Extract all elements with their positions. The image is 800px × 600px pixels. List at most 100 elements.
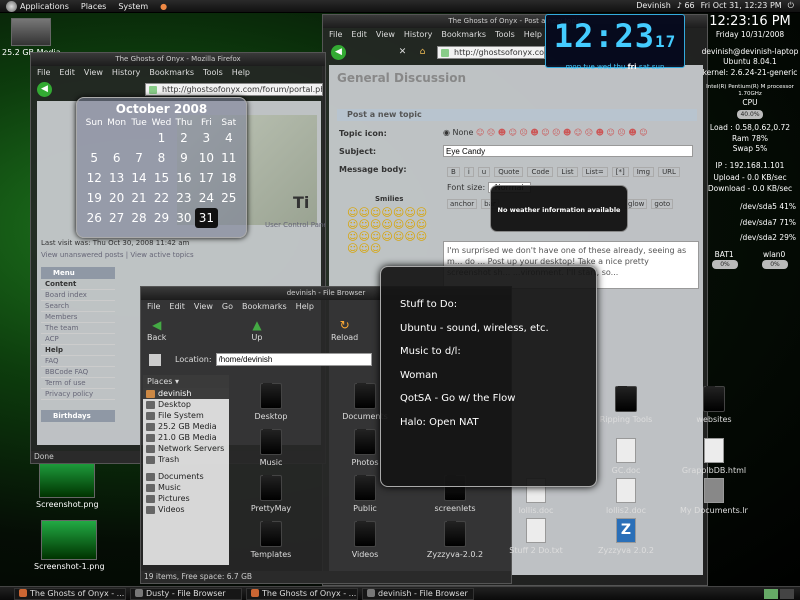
calendar-day[interactable]: 18	[218, 168, 240, 188]
anchor-button[interactable]: anchor	[447, 199, 478, 209]
menu-item-privacy[interactable]: Privacy policy	[41, 389, 115, 400]
file-item[interactable]: websites	[680, 386, 748, 424]
calendar-day[interactable]: 8	[150, 148, 172, 168]
menu-item-board-index[interactable]: Board index	[41, 290, 115, 301]
place-desktop[interactable]: Desktop	[143, 399, 229, 410]
menu-file[interactable]: File	[329, 30, 342, 39]
calendar-day[interactable]: 28	[128, 208, 150, 228]
system-menu[interactable]: System	[112, 2, 154, 11]
url-bar[interactable]: http://ghostsofonyx.com	[437, 46, 545, 59]
applications-menu[interactable]: Applications	[0, 0, 75, 12]
calendar-day[interactable]: 30	[173, 208, 195, 228]
places-menu[interactable]: Places	[75, 2, 112, 11]
calendar-day[interactable]: 17	[195, 168, 217, 188]
calendar-day[interactable]: 14	[128, 168, 150, 188]
underline-button[interactable]: u	[477, 167, 491, 177]
italic-button[interactable]: i	[463, 167, 474, 177]
glow-button[interactable]: glow	[625, 199, 648, 209]
calendar-day[interactable]: 6	[105, 148, 127, 168]
up-button[interactable]: ▲ Up	[249, 318, 265, 342]
file-item[interactable]: Desktop	[237, 383, 305, 421]
menu-help[interactable]: Help	[232, 68, 250, 77]
panel-clock[interactable]: Fri Oct 31, 12:23 PM	[701, 1, 782, 11]
menu-edit[interactable]: Edit	[351, 30, 367, 39]
desktop-icon-screenshot-1[interactable]: Screenshot-1.png	[34, 520, 105, 571]
menu-history[interactable]: History	[404, 30, 432, 39]
goto-button[interactable]: goto	[651, 199, 674, 209]
menu-view[interactable]: View	[84, 68, 103, 77]
workspace-1[interactable]	[764, 588, 778, 599]
taskbar-item[interactable]: Dusty - File Browser	[130, 587, 242, 600]
menu-view[interactable]: View	[376, 30, 395, 39]
file-item[interactable]: Ripping Tools	[592, 386, 660, 424]
home-icon[interactable]: ⌂	[415, 45, 430, 60]
menu-tools[interactable]: Tools	[203, 68, 223, 77]
calendar-day[interactable]: 20	[105, 188, 127, 208]
menu-item-terms[interactable]: Term of use	[41, 378, 115, 389]
place-media-25[interactable]: 25.2 GB Media	[143, 421, 229, 432]
menu-help[interactable]: Help	[524, 30, 542, 39]
back-button[interactable]: ◀ Back	[147, 318, 166, 342]
menu-help[interactable]: Help	[296, 302, 314, 311]
url-bar[interactable]: http://ghostsofonyx.com/forum/portal.php	[145, 83, 323, 96]
file-item[interactable]: Stuff 2 Do.txt	[502, 518, 570, 555]
menu-tools[interactable]: Tools	[495, 30, 515, 39]
img-button[interactable]: Img	[632, 167, 655, 177]
ucp-link[interactable]: User Control Panel	[265, 221, 325, 229]
file-item[interactable]: Videos	[331, 521, 399, 559]
quote-button[interactable]: Quote	[494, 167, 524, 177]
location-input[interactable]	[215, 353, 372, 366]
menu-bookmarks[interactable]: Bookmarks	[242, 302, 287, 311]
list-item-button[interactable]: [*]	[611, 167, 629, 177]
calendar-day[interactable]: 15	[150, 168, 172, 188]
menu-edit[interactable]: Edit	[59, 68, 75, 77]
volume-icon[interactable]: ♪ 66	[677, 1, 695, 11]
file-item[interactable]: lollis2.doc	[592, 478, 660, 515]
places-header[interactable]: Places ▾	[143, 375, 229, 388]
bold-button[interactable]: B	[447, 167, 460, 177]
calendar-day[interactable]: 21	[128, 188, 150, 208]
taskbar-item[interactable]: The Ghosts of Onyx - ...	[246, 587, 358, 600]
menu-file[interactable]: File	[147, 302, 160, 311]
workspace-switcher[interactable]	[764, 588, 794, 599]
place-filesystem[interactable]: File System	[143, 410, 229, 421]
calendar-day[interactable]: 16	[173, 168, 195, 188]
calendar-day[interactable]: 13	[105, 168, 127, 188]
smilies-grid[interactable]: ☺☺☺☺☺☺☺☺☺☺☺☺☺☺☺☺☺☺☺☺☺☺☺☺	[347, 207, 431, 255]
place-trash[interactable]: Trash	[143, 454, 229, 465]
list-ordered-button[interactable]: List=	[581, 167, 608, 177]
desktop-icon-screenshot[interactable]: Screenshot.png	[36, 458, 99, 509]
menu-item-search[interactable]: Search	[41, 301, 115, 312]
menu-edit[interactable]: Edit	[169, 302, 185, 311]
url-button[interactable]: URL	[658, 167, 680, 177]
calendar-day[interactable]: 2	[173, 128, 195, 148]
calendar-day[interactable]: 23	[173, 188, 195, 208]
forum-links[interactable]: View unanswered posts | View active topi…	[41, 251, 194, 259]
calendar-day[interactable]: 5	[83, 148, 105, 168]
stop-icon[interactable]: ✕	[395, 45, 410, 60]
calendar-day[interactable]: 3	[195, 128, 217, 148]
menu-item-acp[interactable]: ACP	[41, 334, 115, 345]
calendar-day[interactable]: 10	[195, 148, 217, 168]
calendar-day[interactable]: 4	[218, 128, 240, 148]
reload-button[interactable]: ↻ Reload	[331, 318, 358, 342]
place-documents[interactable]: Documents	[143, 471, 229, 482]
menu-bookmarks[interactable]: Bookmarks	[149, 68, 194, 77]
calendar-day[interactable]: 11	[218, 148, 240, 168]
menu-item-team[interactable]: The team	[41, 323, 115, 334]
file-item[interactable]: Music	[237, 429, 305, 467]
subject-input[interactable]	[443, 145, 693, 157]
firefox-launcher-icon[interactable]: ●	[154, 2, 173, 11]
file-item[interactable]: Z Zyzzyva 2.0.2	[592, 518, 660, 555]
user-switcher[interactable]: Devinish	[636, 1, 671, 11]
place-videos[interactable]: Videos	[143, 504, 229, 515]
file-item[interactable]: PrettyMay	[237, 475, 305, 513]
calendar-day[interactable]: 25	[218, 188, 240, 208]
calendar-day[interactable]: 9	[173, 148, 195, 168]
edit-location-icon[interactable]	[149, 353, 161, 366]
window-titlebar[interactable]: The Ghosts of Onyx - Mozilla Firefox	[31, 53, 325, 66]
calendar-day[interactable]: 22	[150, 188, 172, 208]
place-devinish[interactable]: devinish	[143, 388, 229, 399]
place-pictures[interactable]: Pictures	[143, 493, 229, 504]
menu-item-bbcode-faq[interactable]: BBCode FAQ	[41, 367, 115, 378]
